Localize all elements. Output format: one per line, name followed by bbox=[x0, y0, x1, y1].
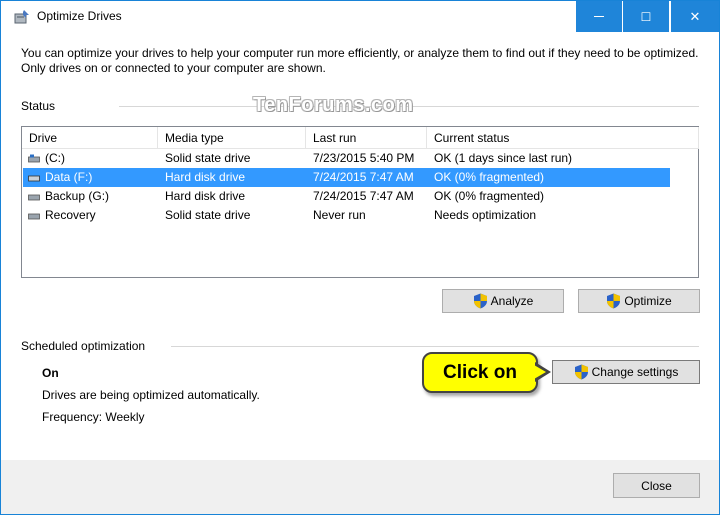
last-run: Never run bbox=[313, 208, 366, 222]
uac-shield-icon bbox=[574, 364, 588, 380]
drive-icon bbox=[28, 154, 40, 163]
analyze-label: Analyze bbox=[490, 294, 534, 308]
drives-list-header: Drive Media type Last run Current status bbox=[22, 127, 699, 149]
callout-arrow-fill bbox=[534, 365, 546, 379]
drive-name: Recovery bbox=[45, 208, 96, 222]
intro-text: You can optimize your drives to help you… bbox=[21, 46, 699, 75]
close-icon: ✕ bbox=[689, 8, 701, 24]
scheduled-section-label: Scheduled optimization bbox=[21, 339, 146, 353]
change-settings-label: Change settings bbox=[591, 365, 679, 379]
current-status: OK (0% fragmented) bbox=[434, 170, 545, 184]
schedule-state: On bbox=[42, 366, 59, 380]
drive-row-c[interactable]: (C:) Solid state drive 7/23/2015 5:40 PM… bbox=[23, 149, 670, 168]
title-bar: Optimize Drives — ☐ ✕ bbox=[1, 1, 719, 32]
maximize-icon: ☐ bbox=[640, 9, 652, 24]
window-title: Optimize Drives bbox=[37, 9, 122, 23]
drive-row-backup-g[interactable]: Backup (G:) Hard disk drive 7/24/2015 7:… bbox=[23, 187, 670, 206]
schedule-description: Drives are being optimized automatically… bbox=[42, 388, 260, 402]
minimize-icon: — bbox=[594, 11, 604, 22]
close-window-button[interactable]: ✕ bbox=[671, 1, 719, 32]
drive-icon bbox=[28, 175, 40, 182]
optimize-button[interactable]: Optimize bbox=[578, 289, 700, 313]
last-run: 7/24/2015 7:47 AM bbox=[313, 170, 414, 184]
column-header-current-status[interactable]: Current status bbox=[427, 127, 699, 149]
current-status: OK (1 days since last run) bbox=[434, 151, 573, 165]
drive-name: Data (F:) bbox=[45, 170, 93, 184]
column-header-media-type[interactable]: Media type bbox=[158, 127, 306, 149]
scheduled-divider bbox=[171, 346, 699, 347]
change-settings-button[interactable]: Change settings bbox=[552, 360, 700, 384]
column-header-drive[interactable]: Drive bbox=[22, 127, 158, 149]
drive-name: Backup (G:) bbox=[45, 189, 110, 203]
analyze-button[interactable]: Analyze bbox=[442, 289, 564, 313]
maximize-button[interactable]: ☐ bbox=[623, 1, 669, 32]
optimize-drives-app-icon bbox=[14, 10, 29, 24]
drive-icon bbox=[28, 213, 40, 220]
drive-row-data-f[interactable]: Data (F:) Hard disk drive 7/24/2015 7:47… bbox=[23, 168, 670, 187]
optimize-drives-window: Optimize Drives — ☐ ✕ You can optimize y… bbox=[0, 0, 720, 515]
close-label: Close bbox=[641, 478, 672, 493]
uac-shield-icon bbox=[473, 293, 487, 309]
schedule-frequency: Frequency: Weekly bbox=[42, 410, 145, 424]
last-run: 7/24/2015 7:47 AM bbox=[313, 189, 414, 203]
minimize-button[interactable]: — bbox=[576, 1, 622, 32]
dialog-footer bbox=[1, 460, 719, 514]
media-type: Solid state drive bbox=[165, 151, 251, 165]
uac-shield-icon bbox=[607, 293, 621, 309]
current-status: OK (0% fragmented) bbox=[434, 189, 545, 203]
media-type: Solid state drive bbox=[165, 208, 251, 222]
media-type: Hard disk drive bbox=[165, 189, 246, 203]
watermark: TenForums.com bbox=[253, 94, 414, 116]
status-section-label: Status bbox=[21, 99, 56, 113]
drive-name: (C:) bbox=[45, 151, 65, 165]
close-button[interactable]: Close bbox=[613, 473, 700, 498]
drive-icon bbox=[28, 194, 40, 201]
optimize-label: Optimize bbox=[624, 294, 672, 308]
media-type: Hard disk drive bbox=[165, 170, 246, 184]
drives-list[interactable]: Drive Media type Last run Current status… bbox=[21, 126, 699, 278]
column-header-last-run[interactable]: Last run bbox=[306, 127, 427, 149]
last-run: 7/23/2015 5:40 PM bbox=[313, 151, 415, 165]
click-on-callout: Click on bbox=[422, 352, 538, 393]
drive-row-recovery[interactable]: Recovery Solid state drive Never run Nee… bbox=[23, 206, 670, 225]
current-status: Needs optimization bbox=[434, 208, 537, 222]
